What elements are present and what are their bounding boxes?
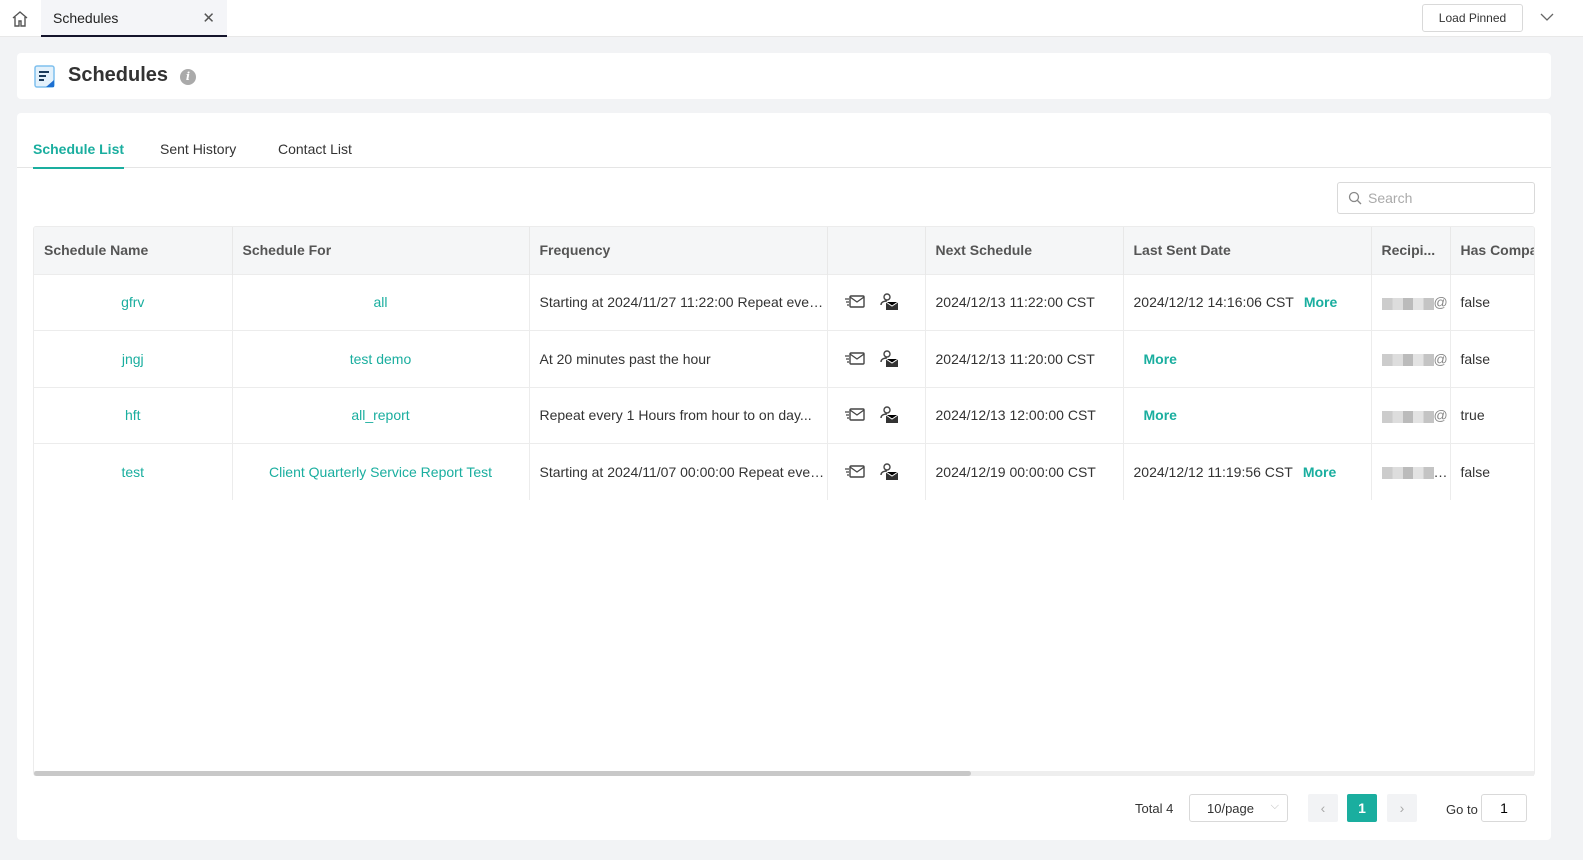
table-header: Schedule Name Schedule For Frequency Nex…	[34, 227, 1534, 274]
schedule-list-icon	[34, 65, 55, 88]
next-schedule-cell: 2024/12/13 11:22:00 CST	[925, 273, 1124, 331]
frequency-cell: At 20 minutes past the hour	[529, 330, 828, 387]
tab-contact-list[interactable]: Contact List	[278, 141, 352, 167]
schedule-for-link[interactable]: all_report	[351, 407, 409, 423]
chevron-down-icon: ⌵	[1270, 800, 1279, 812]
recipient-suffix: @	[1433, 407, 1448, 424]
has-company-cell: false	[1450, 443, 1534, 500]
schedule-table: Schedule Name Schedule For Frequency Nex…	[33, 226, 1535, 776]
goto-page-input[interactable]	[1481, 794, 1527, 822]
more-link[interactable]: More	[1144, 407, 1177, 423]
has-company-cell: false	[1450, 330, 1534, 387]
schedule-for-link[interactable]: Client Quarterly Service Report Test	[269, 464, 492, 480]
schedule-name-link[interactable]: test	[121, 464, 144, 480]
last-sent-date: 2024/12/12 14:16:06 CST	[1133, 294, 1294, 311]
frequency-cell: Repeat every 1 Hours from hour to on day…	[529, 386, 828, 444]
col-last-sent-date[interactable]: Last Sent Date	[1123, 227, 1372, 274]
schedule-name-link[interactable]: gfrv	[121, 294, 144, 310]
frequency-cell: Starting at 2024/11/27 11:22:00 Repeat e…	[529, 273, 828, 331]
main-panel: Schedule List Sent History Contact List …	[17, 113, 1551, 840]
load-pinned-button[interactable]: Load Pinned	[1422, 4, 1523, 32]
page-header: Schedules i	[17, 53, 1551, 99]
search-input[interactable]	[1337, 182, 1535, 214]
table-row: gfrv all Starting at 2024/11/27 11:22:00…	[34, 273, 1534, 331]
recipient-mail-icon[interactable]	[878, 350, 900, 368]
col-next-schedule[interactable]: Next Schedule	[925, 227, 1124, 274]
last-sent-date: 2024/12/12 11:19:56 CST	[1133, 464, 1293, 480]
schedule-for-link[interactable]: test demo	[350, 351, 411, 367]
chevron-down-icon[interactable]	[1540, 10, 1554, 24]
scrollbar-thumb[interactable]	[34, 771, 971, 776]
schedule-for-link[interactable]: all	[373, 294, 387, 310]
page-size-select[interactable]: 10/page ⌵	[1189, 794, 1288, 822]
more-link[interactable]: More	[1304, 294, 1337, 310]
top-bar: Schedules ✕ Load Pinned	[0, 0, 1583, 37]
recipient-mail-icon[interactable]	[878, 406, 900, 424]
col-actions	[827, 227, 926, 274]
prev-page-button[interactable]: ‹	[1308, 794, 1338, 822]
next-schedule-cell: 2024/12/19 00:00:00 CST	[925, 443, 1124, 500]
col-has-company[interactable]: Has Compa	[1450, 227, 1534, 274]
col-schedule-name[interactable]: Schedule Name	[34, 227, 233, 274]
redacted-recipient	[1381, 467, 1434, 480]
recipient-suffix: @	[1433, 350, 1448, 367]
tab-sent-history[interactable]: Sent History	[160, 141, 236, 167]
page-title: Schedules	[68, 64, 169, 86]
more-link[interactable]: More	[1303, 464, 1336, 480]
schedule-name-link[interactable]: hft	[125, 407, 141, 423]
redacted-recipient	[1381, 354, 1434, 367]
col-schedule-for[interactable]: Schedule For	[232, 227, 530, 274]
table-row: hft all_report Repeat every 1 Hours from…	[34, 386, 1534, 444]
table-row: test Client Quarterly Service Report Tes…	[34, 443, 1534, 500]
home-icon[interactable]	[11, 10, 29, 28]
send-now-icon[interactable]	[844, 350, 866, 368]
col-recipients[interactable]: Recipi...	[1371, 227, 1451, 274]
tab-schedule-list[interactable]: Schedule List	[33, 141, 125, 169]
has-company-cell: true	[1450, 386, 1534, 444]
goto-label: Go to	[1446, 802, 1478, 817]
redacted-recipient	[1381, 410, 1434, 423]
page-1-button[interactable]: 1	[1347, 794, 1377, 822]
page-size-value: 10/page	[1207, 801, 1254, 816]
redacted-recipient	[1381, 297, 1434, 310]
close-icon[interactable]: ✕	[202, 9, 215, 27]
tab-label: Schedules	[53, 10, 119, 26]
next-schedule-cell: 2024/12/13 12:00:00 CST	[925, 386, 1124, 444]
horizontal-scrollbar[interactable]	[34, 771, 1534, 776]
schedule-name-link[interactable]: jngj	[122, 351, 144, 367]
frequency-cell: Starting at 2024/11/07 00:00:00 Repeat e…	[529, 443, 828, 500]
send-now-icon[interactable]	[844, 463, 866, 481]
table-row: jngj test demo At 20 minutes past the ho…	[34, 330, 1534, 387]
has-company-cell: false	[1450, 273, 1534, 331]
tab-schedules[interactable]: Schedules ✕	[41, 0, 227, 37]
col-frequency[interactable]: Frequency	[529, 227, 828, 274]
more-link[interactable]: More	[1144, 351, 1177, 367]
info-icon[interactable]: i	[180, 69, 196, 85]
send-now-icon[interactable]	[844, 406, 866, 424]
next-page-button[interactable]: ›	[1387, 794, 1417, 822]
recipient-mail-icon[interactable]	[878, 293, 900, 311]
recipient-suffix: @	[1433, 294, 1448, 311]
total-count: Total 4	[1135, 801, 1174, 816]
next-schedule-cell: 2024/12/13 11:20:00 CST	[925, 330, 1124, 387]
recipient-mail-icon[interactable]	[878, 463, 900, 481]
tab-bar: Schedule List Sent History Contact List	[17, 113, 1551, 169]
search-icon	[1348, 191, 1362, 205]
send-now-icon[interactable]	[844, 293, 866, 311]
